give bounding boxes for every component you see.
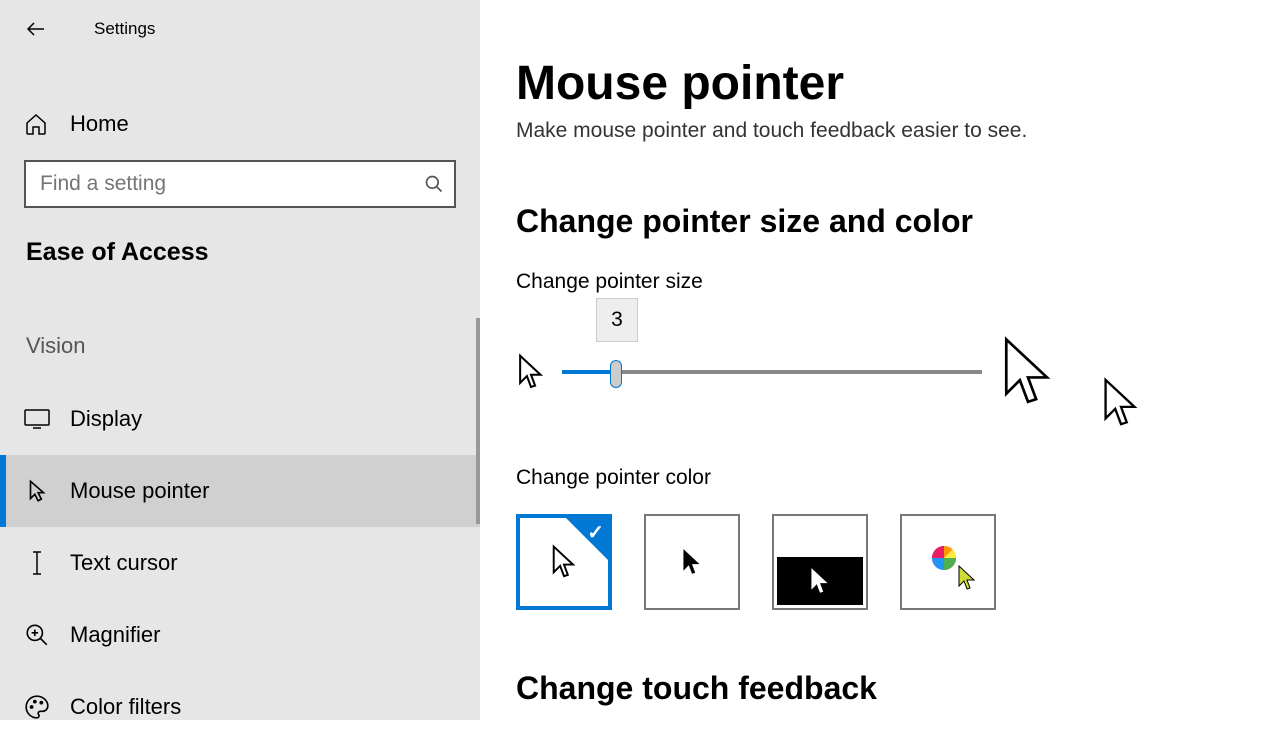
color-tile-black[interactable] [644,514,740,610]
sidebar-item-mouse-pointer[interactable]: Mouse pointer [0,455,480,527]
nav-label: Mouse pointer [70,478,209,504]
page-title: Mouse pointer [516,56,1248,111]
search-input[interactable] [24,160,456,208]
section-touch-feedback: Change touch feedback [516,670,1248,707]
slider-fill [562,370,616,374]
checkmark-icon: ✓ [587,520,604,545]
hover-cursor-icon [1100,376,1142,430]
nav-list: Display Mouse pointer Text cursor Magnif… [0,383,480,743]
color-filters-icon [24,694,50,720]
back-button[interactable] [20,13,52,45]
sidebar-item-home[interactable]: Home [0,96,480,152]
search-box [24,160,456,208]
settings-sidebar: Settings Home Ease of Access Vision Disp… [0,0,480,720]
nav-label: Text cursor [70,550,178,576]
sidebar-item-magnifier[interactable]: Magnifier [0,599,480,671]
color-options: ✓ [516,514,1248,610]
display-icon [24,406,50,432]
sidebar-item-color-filters[interactable]: Color filters [0,671,480,743]
color-tile-custom[interactable] [900,514,996,610]
text-cursor-icon [24,550,50,576]
nav-label: Display [70,406,142,432]
home-icon [24,112,48,136]
mouse-pointer-icon [24,478,50,504]
category-header: Ease of Access [0,208,480,267]
slider-thumb[interactable] [610,360,622,388]
color-tile-white[interactable]: ✓ [516,514,612,610]
size-label: Change pointer size [516,270,1248,294]
magnifier-icon [24,622,50,648]
inverted-bg [777,557,863,605]
subcategory-vision: Vision [0,267,480,369]
header: Settings [0,8,480,50]
slider-tooltip: 3 [596,298,638,342]
pointer-size-slider[interactable]: 3 [562,370,982,374]
section-size-color: Change pointer size and color [516,203,1248,240]
large-cursor-icon [998,334,1058,410]
main-content: Mouse pointer Make mouse pointer and tou… [480,0,1280,720]
sidebar-item-text-cursor[interactable]: Text cursor [0,527,480,599]
color-label: Change pointer color [516,466,1248,490]
search-icon [424,174,444,194]
nav-label: Magnifier [70,622,160,648]
home-label: Home [70,111,129,137]
sidebar-item-display[interactable]: Display [0,383,480,455]
app-title: Settings [94,19,155,39]
nav-label: Color filters [70,694,181,720]
page-subtitle: Make mouse pointer and touch feedback ea… [516,119,1248,143]
small-cursor-icon [516,353,546,391]
color-tile-inverted[interactable] [772,514,868,610]
